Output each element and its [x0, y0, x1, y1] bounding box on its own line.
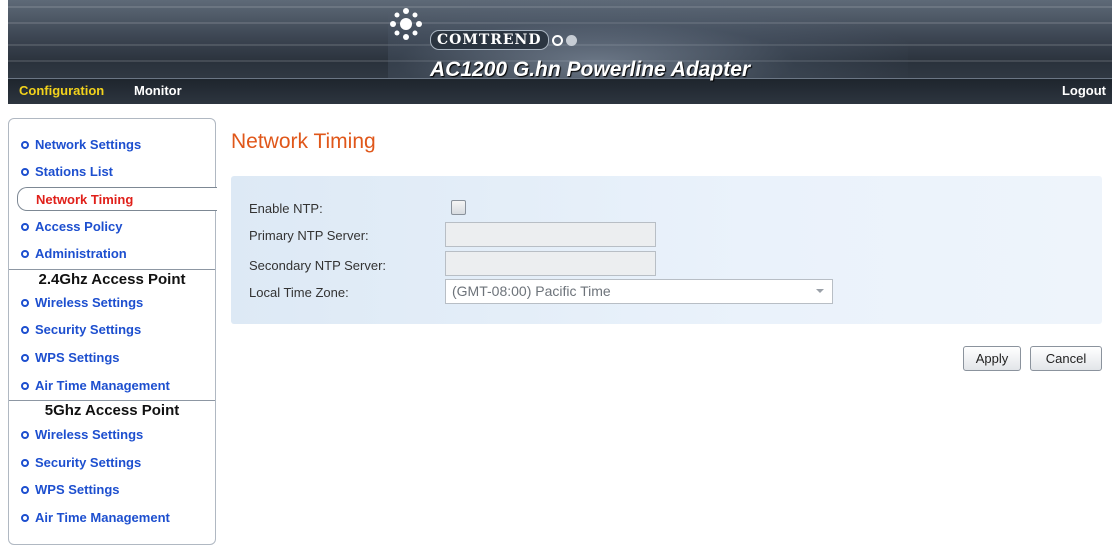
comtrend-logo-icon — [390, 8, 422, 40]
sidebar-item-administration[interactable]: Administration — [9, 240, 215, 267]
sidebar-item-label: Administration — [35, 246, 127, 261]
tab-configuration[interactable]: Configuration — [19, 83, 104, 98]
sidebar-item-network-timing[interactable]: Network Timing — [17, 187, 217, 211]
bullet-ring-icon — [21, 249, 29, 258]
sidebar-item-5-security-settings[interactable]: Security Settings — [9, 449, 215, 476]
sidebar-item-label: Access Policy — [35, 219, 123, 234]
bullet-ring-icon — [21, 381, 29, 390]
sidebar-item-24-security-settings[interactable]: Security Settings — [9, 316, 215, 343]
sidebar-item-5-wps-settings[interactable]: WPS Settings — [9, 476, 215, 503]
chevron-down-icon — [816, 289, 824, 293]
bullet-ring-icon — [21, 485, 29, 494]
product-title: AC1200 G.hn Powerline Adapter — [430, 58, 751, 81]
timezone-select[interactable]: (GMT-08:00) Pacific Time — [445, 279, 833, 304]
sidebar-item-label: Wireless Settings — [35, 295, 144, 310]
sidebar-item-5-wireless-settings[interactable]: Wireless Settings — [9, 421, 215, 448]
sidebar-item-label: Air Time Management — [35, 510, 170, 525]
sidebar-item-5-air-time-management[interactable]: Air Time Management — [9, 504, 215, 531]
page-title: Network Timing — [231, 130, 376, 153]
sidebar-item-stations-list[interactable]: Stations List — [9, 158, 215, 185]
bullet-ring-icon — [21, 513, 29, 522]
brand-dot-icon — [551, 34, 563, 46]
sidebar-item-label: Air Time Management — [35, 378, 170, 393]
bullet-ring-icon — [21, 458, 29, 467]
bullet-ring-icon — [21, 430, 29, 439]
primary-ntp-label: Primary NTP Server: — [249, 228, 369, 243]
bullet-ring-icon — [21, 140, 29, 149]
sidebar-item-24-air-time-management[interactable]: Air Time Management — [9, 372, 215, 399]
bullet-ring-icon — [21, 222, 29, 231]
primary-ntp-field[interactable] — [445, 222, 656, 247]
bullet-ring-icon — [21, 325, 29, 334]
bullet-ring-icon — [21, 353, 29, 362]
timezone-value: (GMT-08:00) Pacific Time — [452, 283, 611, 299]
bullet-ring-icon — [21, 167, 29, 176]
sidebar-item-network-settings[interactable]: Network Settings — [9, 131, 215, 158]
sidebar-section-5ghz: 5Ghz Access Point — [9, 400, 215, 422]
secondary-ntp-label: Secondary NTP Server: — [249, 258, 387, 273]
logout-link[interactable]: Logout — [1062, 83, 1106, 98]
brand-logo-text: COMTREND — [430, 30, 549, 50]
sidebar-item-label: Security Settings — [35, 322, 142, 337]
sidebar-item-24-wps-settings[interactable]: WPS Settings — [9, 344, 215, 371]
enable-ntp-label: Enable NTP: — [249, 201, 323, 216]
timezone-label: Local Time Zone: — [249, 285, 349, 300]
sidebar: Network Settings Stations List Network T… — [8, 118, 217, 545]
sidebar-item-label: Security Settings — [35, 455, 142, 470]
apply-button[interactable]: Apply — [963, 346, 1021, 371]
cancel-button[interactable]: Cancel — [1030, 346, 1102, 371]
sidebar-item-access-policy[interactable]: Access Policy — [9, 213, 215, 240]
sidebar-item-label: Stations List — [35, 164, 114, 179]
sidebar-item-label: Network Settings — [35, 137, 142, 152]
sidebar-item-label: Wireless Settings — [35, 427, 144, 442]
brand-row: COMTREND — [430, 30, 577, 50]
sidebar-item-label: WPS Settings — [35, 482, 120, 497]
brand-dot-icon — [565, 34, 577, 46]
enable-ntp-checkbox[interactable] — [451, 200, 466, 215]
tab-monitor[interactable]: Monitor — [134, 83, 182, 98]
sidebar-item-label: Network Timing — [36, 191, 134, 207]
secondary-ntp-field[interactable] — [445, 251, 656, 276]
bullet-ring-icon — [21, 298, 29, 307]
sidebar-section-24ghz: 2.4Ghz Access Point — [9, 269, 215, 291]
sidebar-item-24-wireless-settings[interactable]: Wireless Settings — [9, 289, 215, 316]
sidebar-item-label: WPS Settings — [35, 350, 120, 365]
